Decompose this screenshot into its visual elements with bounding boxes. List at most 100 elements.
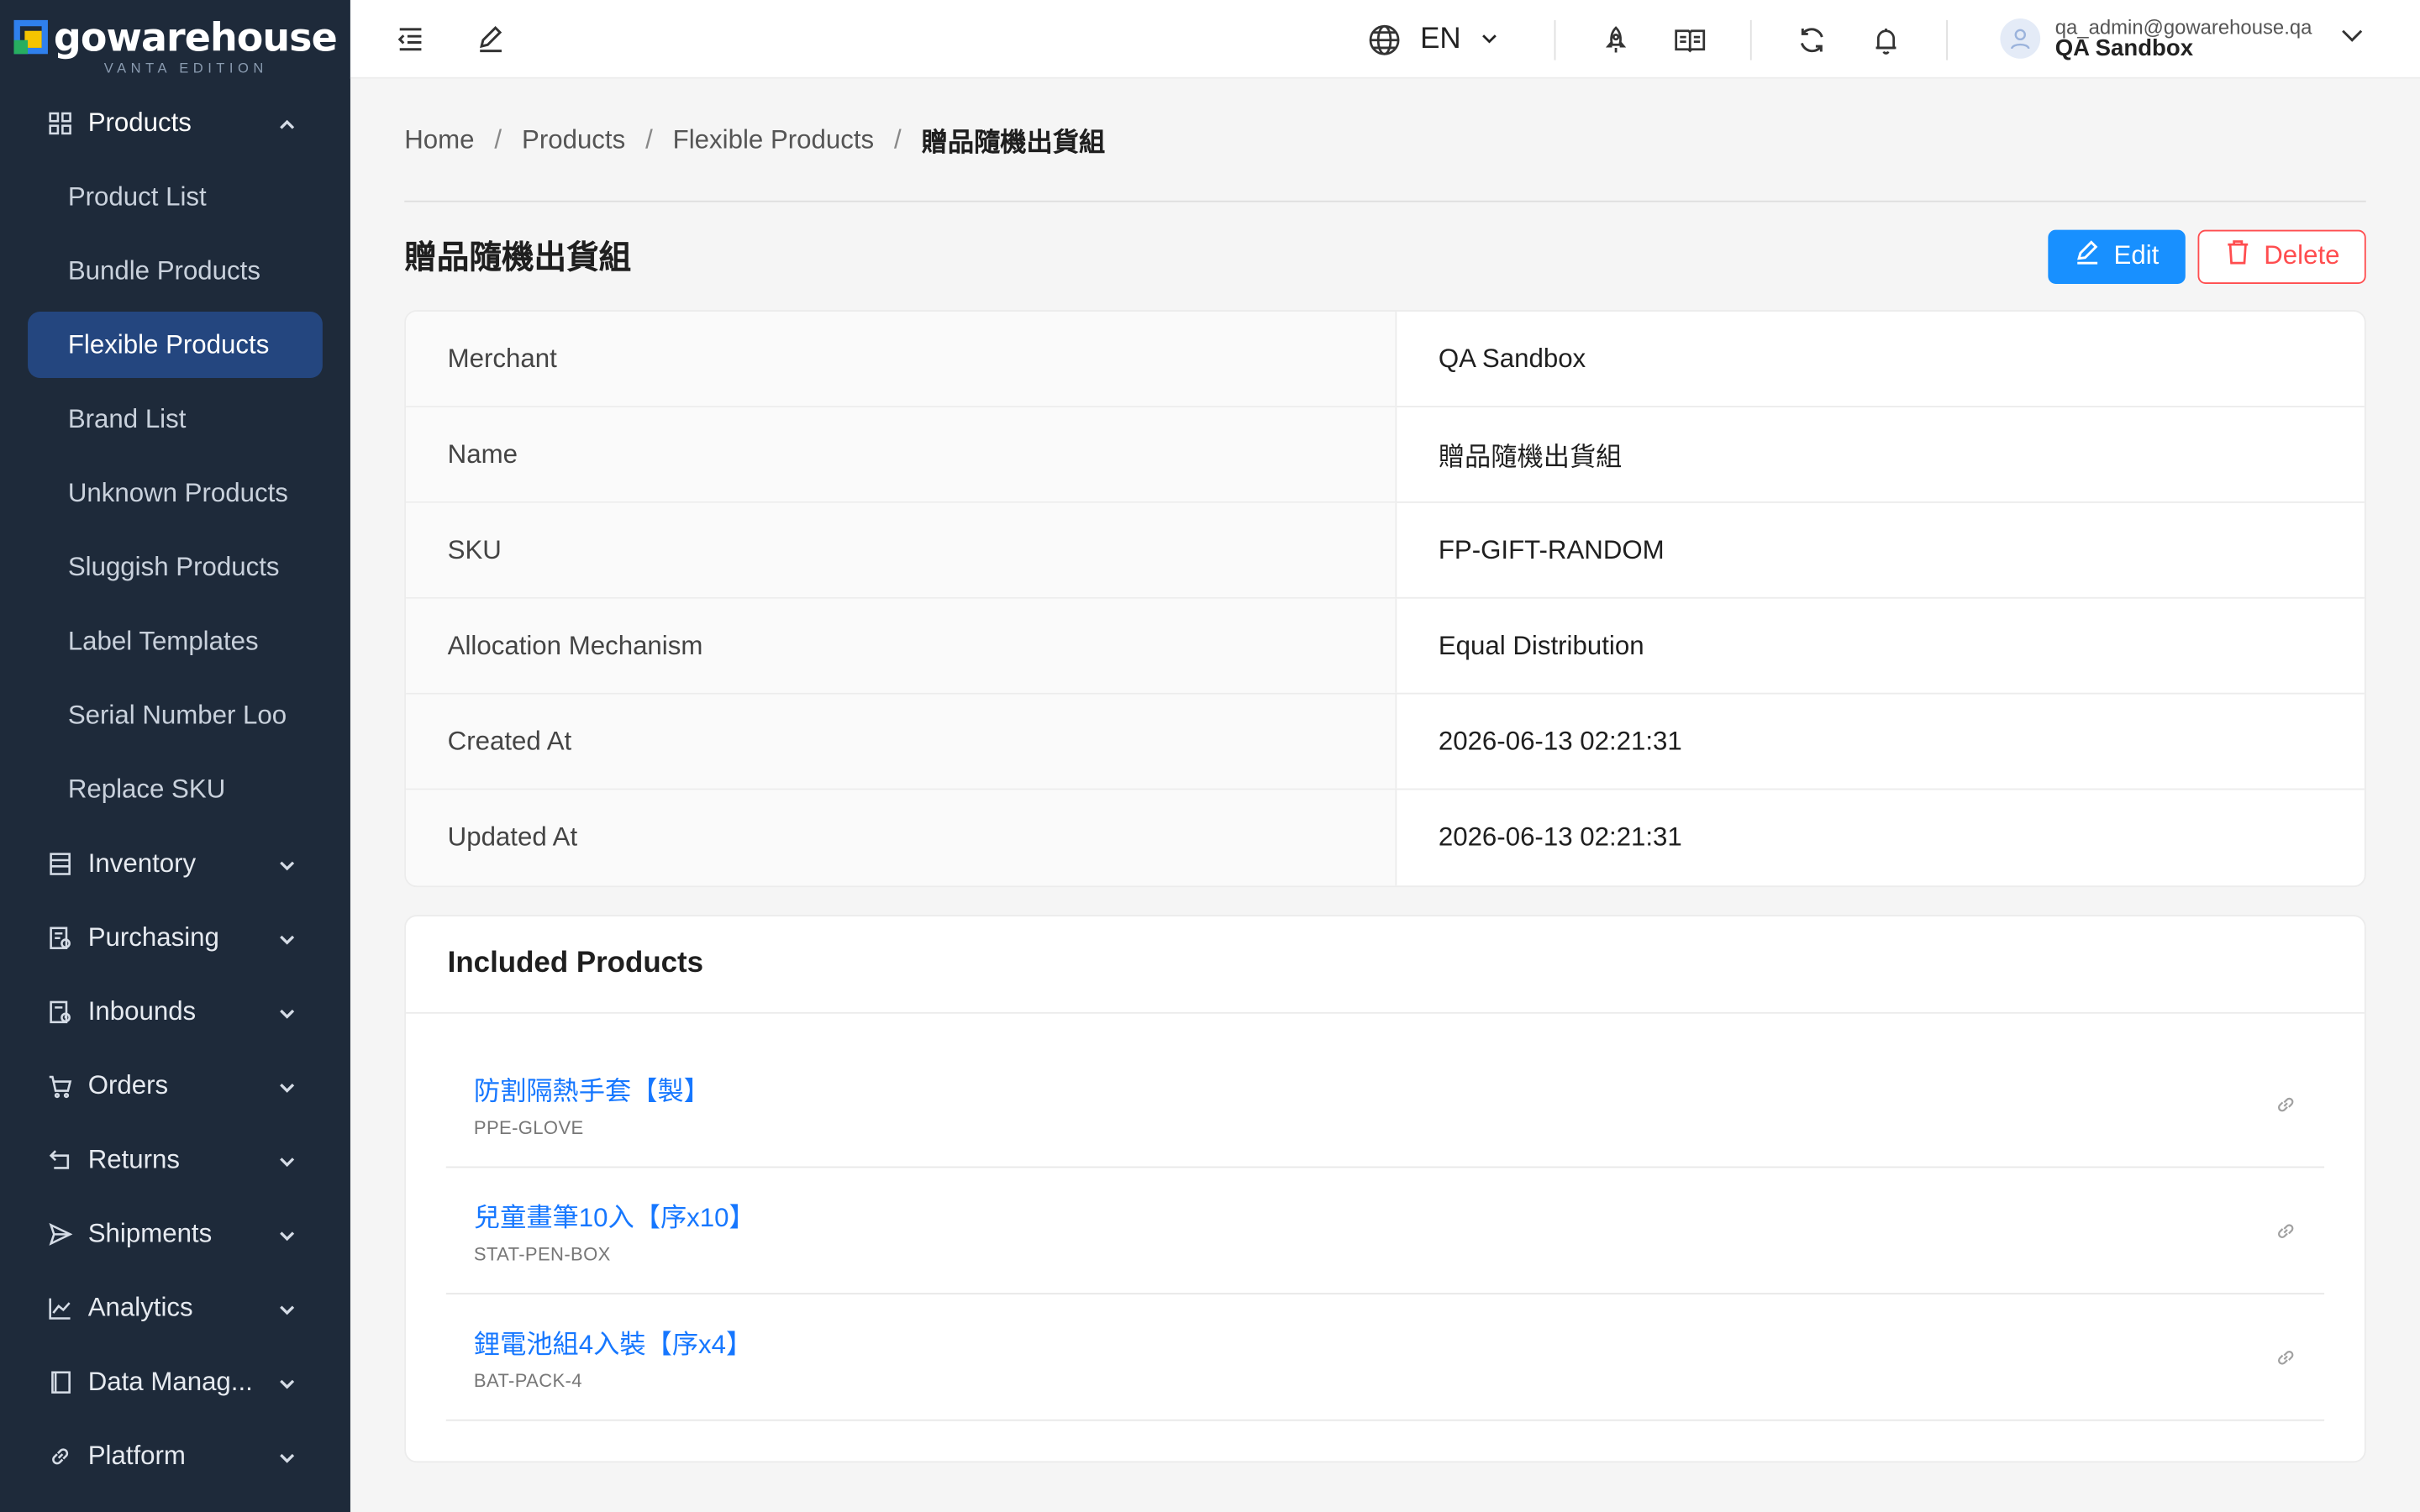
cart-icon xyxy=(46,1073,74,1100)
breadcrumb-products[interactable]: Products xyxy=(522,124,625,155)
sidebar-item-bundle-products[interactable]: Bundle Products xyxy=(0,234,350,308)
page-title: 贈品隨機出貨組 xyxy=(404,240,632,276)
sidebar-group-shipments[interactable]: Shipments xyxy=(0,1197,350,1271)
edit-button[interactable]: Edit xyxy=(2047,228,2186,284)
detail-label: Allocation Mechanism xyxy=(406,598,1397,693)
user-email: qa_admin@gowarehouse.qa xyxy=(2054,14,2312,39)
detail-value: 2026-06-13 02:21:31 xyxy=(1438,822,1682,852)
chevron-down-icon xyxy=(276,853,298,875)
send-icon xyxy=(46,1221,74,1248)
sidebar-group-label: Analytics xyxy=(87,1293,193,1323)
return-icon xyxy=(46,1147,74,1174)
chevron-down-icon xyxy=(276,1298,298,1320)
breadcrumb-current: 贈品隨機出貨組 xyxy=(921,128,1106,158)
link-icon[interactable] xyxy=(2275,1220,2296,1242)
logo-text: gowarehouse xyxy=(53,14,338,60)
user-menu[interactable]: qa_admin@gowarehouse.qa QA Sandbox xyxy=(1947,17,2420,62)
detail-label: Updated At xyxy=(406,790,1397,886)
breadcrumb-separator: / xyxy=(894,123,902,154)
sidebar-group-inbounds[interactable]: Inbounds xyxy=(0,975,350,1049)
detail-value: FP-GIFT-RANDOM xyxy=(1438,534,1665,564)
bell-icon[interactable] xyxy=(1868,23,1902,56)
sidebar-group-platform[interactable]: Platform xyxy=(0,1420,350,1494)
product-sku: BAT-PACK-4 xyxy=(473,1370,582,1392)
sidebar-group-returns[interactable]: Returns xyxy=(0,1123,350,1197)
sidebar-item-unknown-products[interactable]: Unknown Products xyxy=(0,457,350,531)
line-chart-icon xyxy=(46,1294,74,1322)
delete-button-label: Delete xyxy=(2264,240,2340,270)
detail-label: Name xyxy=(406,407,1397,501)
chevron-up-icon xyxy=(276,113,298,134)
edit-button-label: Edit xyxy=(2113,240,2160,270)
product-sku: PPE-GLOVE xyxy=(473,1116,584,1139)
inbounds-icon xyxy=(46,998,74,1026)
sidebar-group-label: Returns xyxy=(87,1144,181,1174)
sidebar-group-products[interactable]: Products xyxy=(0,87,350,160)
book-open-icon[interactable] xyxy=(1672,23,1706,56)
product-link[interactable]: 兒童畫筆10入【序x10】 xyxy=(474,1195,755,1234)
chevron-down-icon xyxy=(2339,24,2364,56)
user-name: QA Sandbox xyxy=(2054,36,2194,63)
sidebar-item-sluggish-products[interactable]: Sluggish Products xyxy=(0,531,350,605)
detail-value: QA Sandbox xyxy=(1438,343,1586,373)
details-table: Merchant QA Sandbox Name 贈品隨機出貨組 SKU FP-GI… xyxy=(404,310,2366,888)
topbar: EN qa_admin@gowarehouse.qa QA Sandbox xyxy=(350,0,2420,79)
product-link[interactable]: 鋰電池組4入裝【序x4】 xyxy=(474,1322,752,1361)
list-item: 防割隔熱手套【製】 PPE-GLOVE xyxy=(445,1042,2325,1168)
sidebar-item-brand-list[interactable]: Brand List xyxy=(0,383,350,457)
app-logo[interactable]: gowarehouse VANTA EDITION xyxy=(0,0,350,87)
delete-button[interactable]: Delete xyxy=(2197,228,2366,284)
purchasing-icon xyxy=(46,924,74,952)
edit-pen-icon[interactable] xyxy=(474,22,508,55)
detail-row: Name 贈品隨機出貨組 xyxy=(406,407,2365,503)
detail-value: Equal Distribution xyxy=(1438,630,1644,660)
detail-value: 2026-06-13 02:21:31 xyxy=(1438,726,1682,756)
chevron-down-icon xyxy=(276,1001,298,1023)
product-link[interactable]: 防割隔熱手套【製】 xyxy=(474,1069,710,1108)
detail-row: Allocation Mechanism Equal Distribution xyxy=(406,598,2365,695)
language-selector[interactable]: EN xyxy=(1368,23,1554,56)
chevron-down-icon xyxy=(276,1224,298,1246)
sidebar-group-orders[interactable]: Orders xyxy=(0,1049,350,1123)
link-icon xyxy=(46,1442,74,1470)
trash-icon xyxy=(2225,239,2249,273)
sidebar-item-replace-sku[interactable]: Replace SKU xyxy=(0,753,350,827)
included-products-card: Included Products 防割隔熱手套【製】 PPE-GLOVE 兒童… xyxy=(404,915,2366,1463)
rocket-icon[interactable] xyxy=(1598,23,1632,56)
sidebar: gowarehouse VANTA EDITION Products Produ… xyxy=(0,0,350,1512)
sidebar-group-data-manag[interactable]: Data Manag... xyxy=(0,1346,350,1420)
sidebar-group-label: Data Manag... xyxy=(87,1367,253,1397)
logo-edition: VANTA EDITION xyxy=(103,59,268,76)
detail-row: SKU FP-GIFT-RANDOM xyxy=(406,502,2365,599)
product-sku: STAT-PEN-BOX xyxy=(473,1243,611,1266)
sidebar-group-label: Inventory xyxy=(87,848,197,879)
main-area: EN qa_admin@gowarehouse.qa QA Sandbox Ho… xyxy=(350,0,2420,1512)
menu-fold-icon[interactable] xyxy=(393,22,427,55)
link-icon[interactable] xyxy=(2275,1347,2296,1368)
breadcrumb-home[interactable]: Home xyxy=(404,124,474,155)
sidebar-group-label: Platform xyxy=(87,1441,186,1471)
sidebar-item-label-templates[interactable]: Label Templates xyxy=(0,605,350,679)
detail-value: 贈品隨機出貨組 xyxy=(1438,443,1623,473)
detail-label: Created At xyxy=(406,694,1397,789)
breadcrumb-flexible-products[interactable]: Flexible Products xyxy=(673,124,874,155)
sidebar-item-serial-number-loo[interactable]: Serial Number Loo xyxy=(0,679,350,753)
book-icon xyxy=(46,1368,74,1396)
chevron-down-icon xyxy=(276,1446,298,1467)
chevron-down-icon xyxy=(1480,23,1498,56)
sidebar-group-analytics[interactable]: Analytics xyxy=(0,1271,350,1345)
edit-icon xyxy=(2074,239,2100,273)
link-icon[interactable] xyxy=(2275,1093,2296,1115)
language-label: EN xyxy=(1420,22,1461,55)
logo-mark-icon xyxy=(13,19,48,55)
detail-label: Merchant xyxy=(406,312,1397,407)
sidebar-item-product-list[interactable]: Product List xyxy=(0,160,350,234)
refresh-icon[interactable] xyxy=(1794,23,1828,56)
sidebar-group-label: Products xyxy=(87,108,192,138)
sidebar-group-purchasing[interactable]: Purchasing xyxy=(0,901,350,975)
sidebar-group-label: Inbounds xyxy=(87,996,197,1026)
breadcrumb: Home / Products / Flexible Products / 贈品… xyxy=(404,79,2366,202)
sidebar-item-flexible-products[interactable]: Flexible Products xyxy=(28,312,323,378)
sidebar-group-inventory[interactable]: Inventory xyxy=(0,827,350,900)
sidebar-group-label: Orders xyxy=(87,1070,169,1100)
